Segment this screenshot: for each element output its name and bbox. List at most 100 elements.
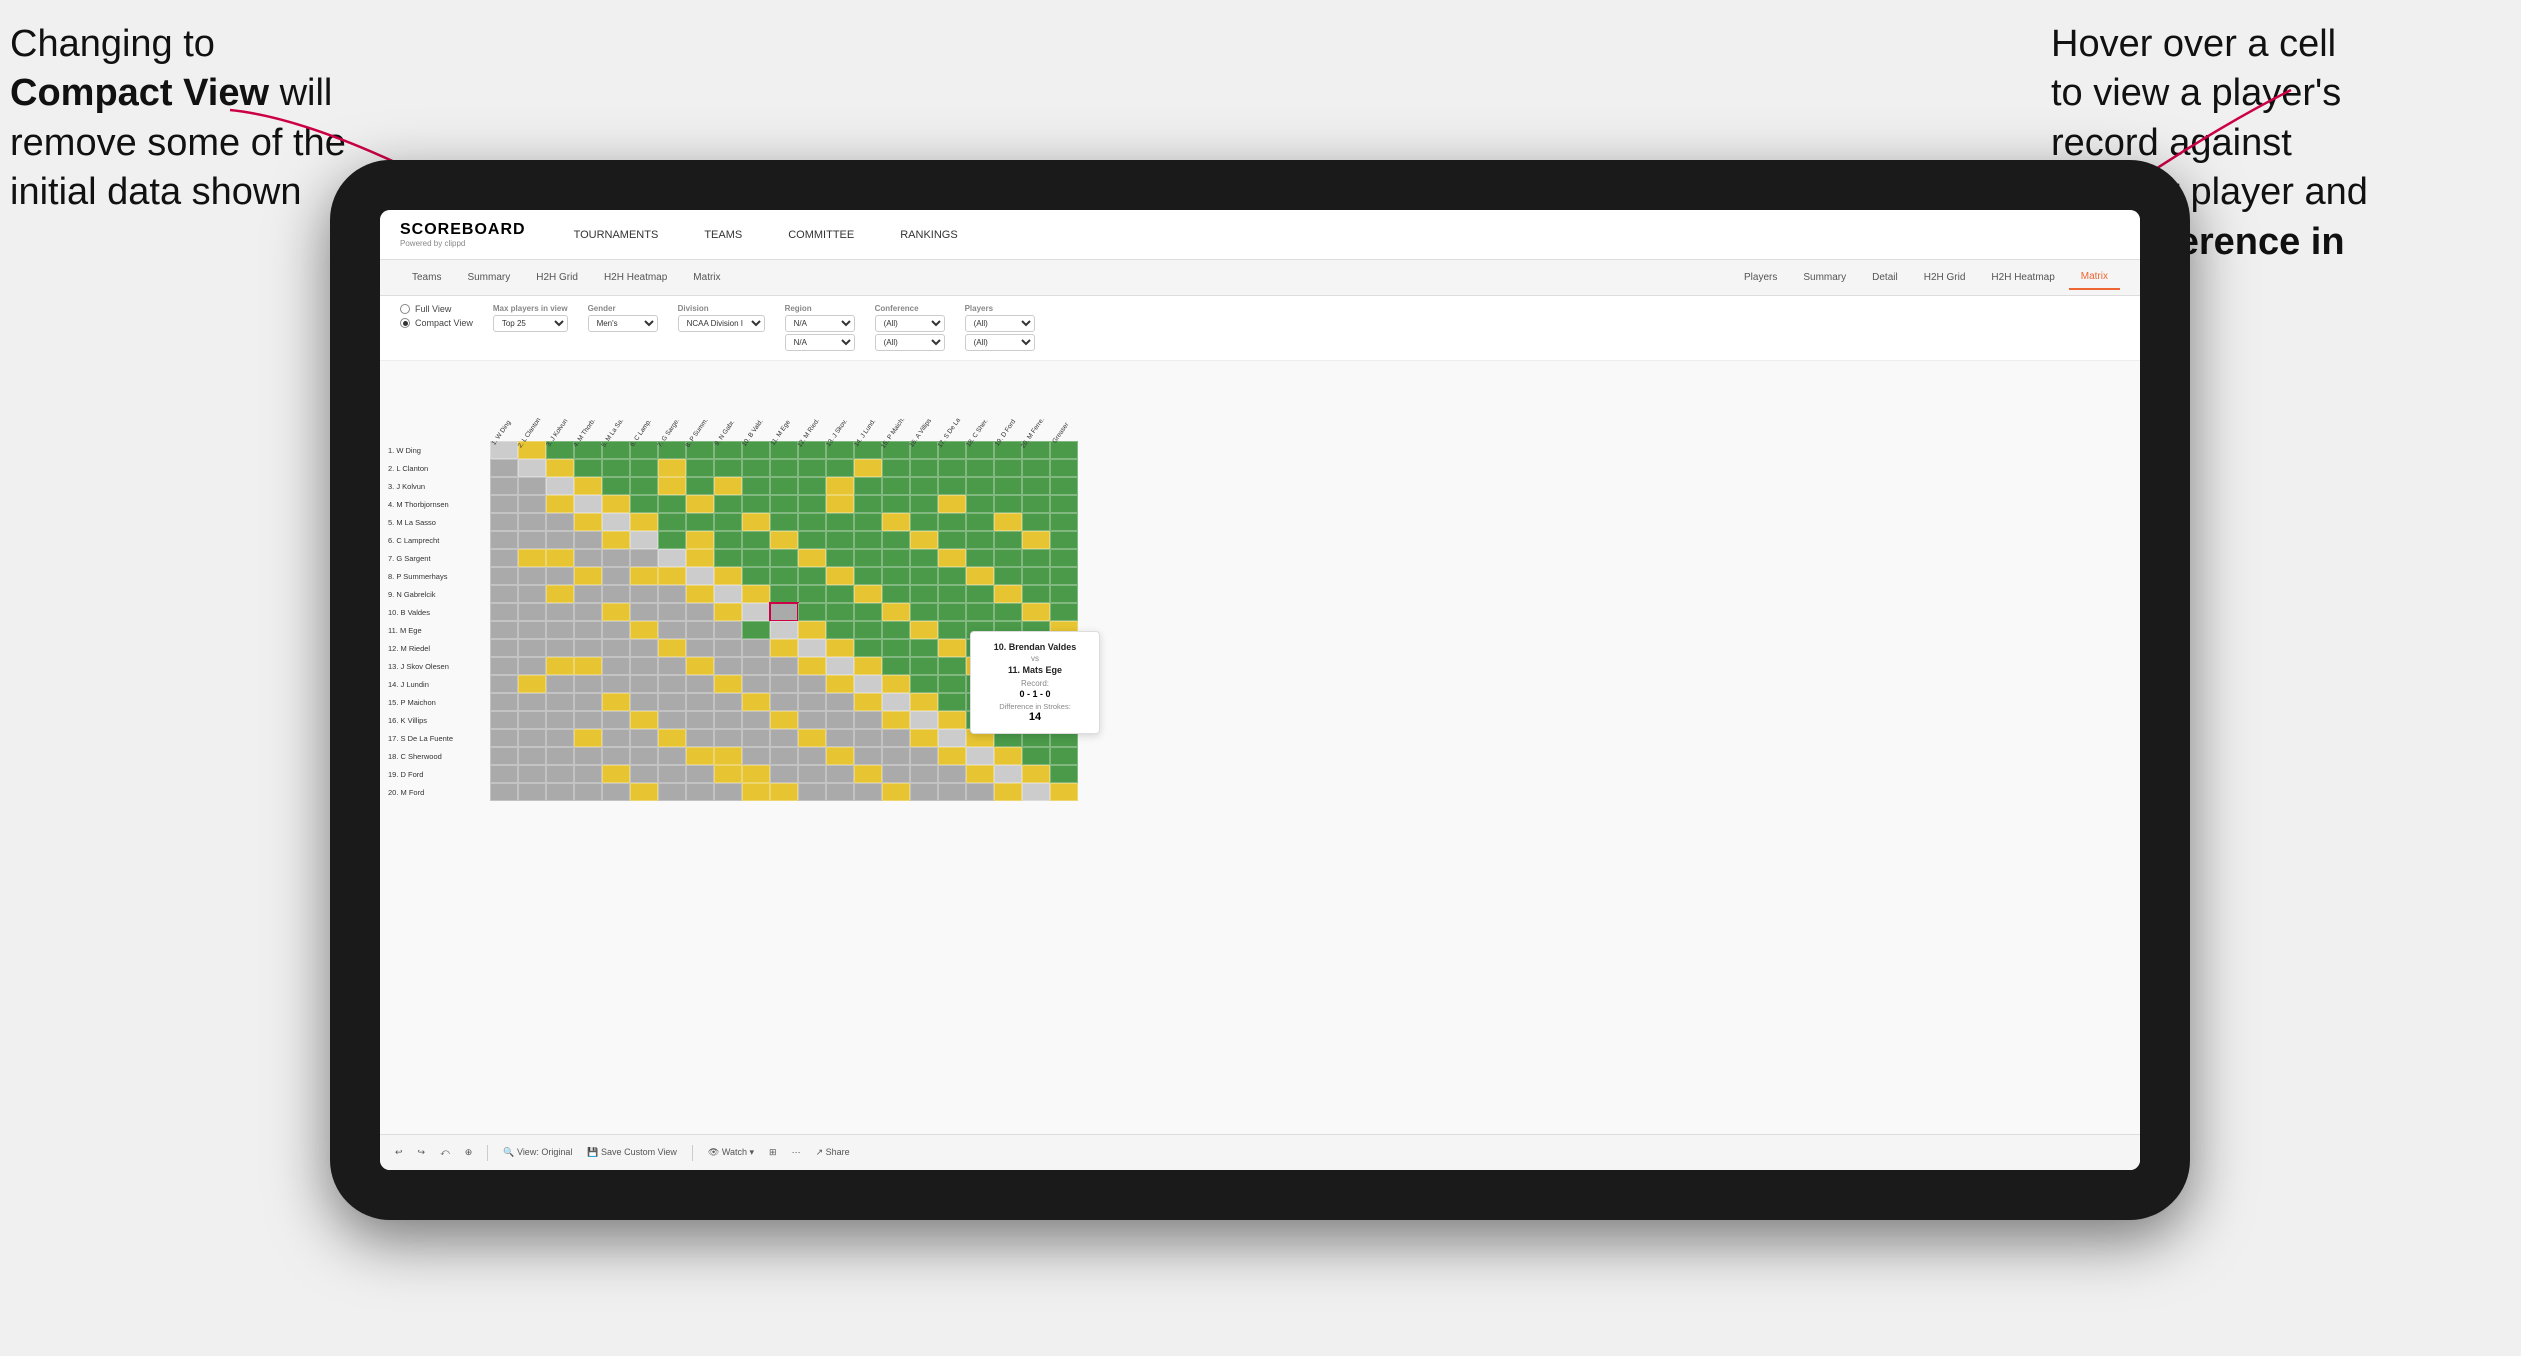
cell[interactable] <box>518 603 546 621</box>
cell[interactable] <box>826 549 854 567</box>
cell[interactable] <box>742 567 770 585</box>
cell[interactable] <box>546 585 574 603</box>
cell[interactable] <box>714 783 742 801</box>
cell[interactable] <box>490 765 518 783</box>
cell[interactable] <box>714 729 742 747</box>
cell[interactable] <box>630 549 658 567</box>
cell[interactable] <box>910 729 938 747</box>
cell[interactable] <box>714 621 742 639</box>
cell[interactable] <box>1022 513 1050 531</box>
cell[interactable] <box>658 621 686 639</box>
cell[interactable] <box>826 657 854 675</box>
cell[interactable] <box>686 783 714 801</box>
cell[interactable] <box>854 765 882 783</box>
cell[interactable] <box>630 495 658 513</box>
cell[interactable] <box>854 693 882 711</box>
cell[interactable] <box>966 495 994 513</box>
filter-players-select-1[interactable]: (All) <box>965 315 1035 332</box>
toolbar-more[interactable]: ⋯ <box>792 1147 801 1158</box>
cell[interactable] <box>854 675 882 693</box>
cell[interactable] <box>882 495 910 513</box>
cell[interactable] <box>882 531 910 549</box>
cell[interactable] <box>602 621 630 639</box>
cell[interactable] <box>938 711 966 729</box>
cell[interactable] <box>686 477 714 495</box>
cell[interactable] <box>770 513 798 531</box>
cell[interactable] <box>518 729 546 747</box>
cell[interactable] <box>490 477 518 495</box>
cell[interactable] <box>798 531 826 549</box>
cell[interactable] <box>630 693 658 711</box>
cell[interactable] <box>1022 585 1050 603</box>
cell[interactable] <box>798 621 826 639</box>
cell[interactable] <box>546 639 574 657</box>
cell[interactable] <box>490 495 518 513</box>
cell[interactable] <box>574 675 602 693</box>
cell[interactable] <box>938 549 966 567</box>
cell[interactable] <box>938 639 966 657</box>
cell[interactable] <box>966 477 994 495</box>
cell[interactable] <box>518 621 546 639</box>
cell[interactable] <box>994 531 1022 549</box>
cell[interactable] <box>714 495 742 513</box>
cell[interactable] <box>826 459 854 477</box>
cell[interactable] <box>742 477 770 495</box>
cell[interactable] <box>770 693 798 711</box>
cell[interactable] <box>574 639 602 657</box>
tab-sub-h2h-heatmap[interactable]: H2H Heatmap <box>1979 266 2066 289</box>
cell[interactable] <box>686 513 714 531</box>
cell[interactable] <box>1050 747 1078 765</box>
cell[interactable] <box>658 765 686 783</box>
cell[interactable] <box>742 459 770 477</box>
cell[interactable] <box>882 549 910 567</box>
cell[interactable] <box>994 513 1022 531</box>
cell[interactable] <box>630 747 658 765</box>
cell[interactable] <box>518 567 546 585</box>
cell[interactable] <box>742 657 770 675</box>
cell[interactable] <box>882 585 910 603</box>
cell[interactable] <box>854 495 882 513</box>
cell[interactable] <box>630 567 658 585</box>
cell[interactable] <box>518 531 546 549</box>
cell[interactable] <box>658 549 686 567</box>
cell[interactable] <box>770 567 798 585</box>
cell[interactable] <box>490 621 518 639</box>
cell[interactable] <box>770 747 798 765</box>
cell[interactable] <box>854 585 882 603</box>
cell[interactable] <box>686 549 714 567</box>
tab-sub-summary[interactable]: Summary <box>1791 266 1858 289</box>
cell[interactable] <box>742 711 770 729</box>
cell[interactable] <box>714 585 742 603</box>
cell[interactable] <box>714 639 742 657</box>
cell[interactable] <box>602 657 630 675</box>
cell[interactable] <box>714 459 742 477</box>
cell[interactable] <box>630 675 658 693</box>
cell[interactable] <box>854 657 882 675</box>
cell[interactable] <box>1050 459 1078 477</box>
cell[interactable] <box>798 567 826 585</box>
cell[interactable] <box>826 585 854 603</box>
cell[interactable] <box>686 729 714 747</box>
cell[interactable] <box>938 765 966 783</box>
cell[interactable] <box>910 567 938 585</box>
cell[interactable] <box>602 729 630 747</box>
cell[interactable] <box>602 603 630 621</box>
cell[interactable] <box>882 657 910 675</box>
cell[interactable] <box>602 747 630 765</box>
cell[interactable] <box>882 621 910 639</box>
cell[interactable] <box>910 765 938 783</box>
toolbar-layout[interactable]: ⊞ <box>769 1147 777 1158</box>
cell[interactable] <box>910 747 938 765</box>
cell[interactable] <box>770 675 798 693</box>
cell[interactable] <box>518 495 546 513</box>
cell[interactable] <box>966 783 994 801</box>
cell[interactable] <box>938 603 966 621</box>
cell[interactable] <box>994 567 1022 585</box>
cell[interactable] <box>714 657 742 675</box>
cell[interactable] <box>686 675 714 693</box>
cell[interactable] <box>770 477 798 495</box>
cell[interactable] <box>770 495 798 513</box>
cell[interactable] <box>574 711 602 729</box>
cell[interactable] <box>770 765 798 783</box>
filter-gender-select[interactable]: Men's <box>588 315 658 332</box>
